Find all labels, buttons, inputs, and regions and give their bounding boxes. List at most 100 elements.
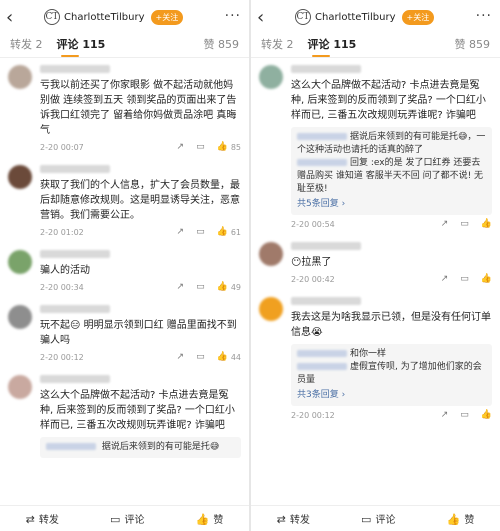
tab-bar: 转发 2 评论 115 赞 859 (0, 34, 249, 58)
comment-text: 这么大个品牌做不起活动? 卡点进去竟是冤种, 后来签到的反而领到了奖品? 一个口… (40, 390, 235, 431)
like-icon[interactable]: 👍 (217, 282, 228, 292)
comment-text: 😶拉黑了 (291, 257, 332, 268)
more-replies-link[interactable]: 共3条回复 › (297, 389, 486, 402)
avatar[interactable] (8, 165, 32, 189)
reply-preview[interactable]: 和你一样 虚假宣传呗, 为了增加他们家的会员量 共3条回复 › (291, 344, 492, 406)
comment-text: 获取了我们的个人信息，扩大了会员数量，最后却随意修改规则。这是明显诱导关注，恶意… (40, 180, 240, 221)
comment-text: 亏我以前还买了你家眼影 做不起活动就他妈别做 连续签到五天 领到奖品的页面出来了… (40, 80, 237, 136)
username-blurred[interactable] (40, 250, 110, 258)
like-icon[interactable]: 👍 (481, 410, 492, 420)
share-icon[interactable]: ↗ (177, 142, 185, 152)
comment-text: 骗人的活动 (40, 265, 90, 276)
repost-icon: ⇄ (276, 513, 286, 526)
comment-item[interactable]: 亏我以前还买了你家眼影 做不起活动就他妈别做 连续签到五天 领到奖品的页面出来了… (0, 58, 249, 158)
repost-action[interactable]: ⇄ 转发 (277, 511, 310, 526)
like-icon[interactable]: 👍 (217, 352, 228, 362)
avatar[interactable] (259, 242, 283, 266)
avatar[interactable] (8, 250, 32, 274)
share-icon[interactable]: ↗ (441, 219, 449, 229)
avatar[interactable] (8, 375, 32, 399)
like-count: 61 (230, 227, 241, 237)
brand-name[interactable]: CharlotteTilbury (315, 12, 396, 23)
tab-repost[interactable]: 转发 2 (261, 36, 294, 57)
brand-logo: CT (295, 9, 311, 25)
tab-comments[interactable]: 评论 115 (57, 36, 105, 57)
like-icon[interactable]: 👍 (217, 227, 228, 237)
comment-time: 2-20 00:34 (40, 282, 84, 292)
share-icon[interactable]: ↗ (177, 282, 185, 292)
back-icon[interactable]: ‹ (6, 7, 22, 28)
username-blurred[interactable] (40, 65, 110, 73)
username-blurred[interactable] (40, 305, 110, 313)
share-icon[interactable]: ↗ (177, 352, 185, 362)
username-blurred[interactable] (291, 297, 361, 305)
back-icon[interactable]: ‹ (257, 7, 273, 28)
more-icon[interactable]: ··· (225, 8, 241, 24)
repost-action[interactable]: ⇄ 转发 (26, 511, 59, 526)
like-action[interactable]: 👍 赞 (196, 511, 224, 526)
comment-list: 这么大个品牌做不起活动? 卡点进去竟是冤种, 后来签到的反而领到了奖品? 一个口… (251, 58, 500, 426)
top-bar: ‹ CT CharlotteTilbury +关注 ··· (0, 0, 249, 34)
comment-item[interactable]: 获取了我们的个人信息，扩大了会员数量，最后却随意修改规则。这是明显诱导关注，恶意… (0, 158, 249, 243)
brand-name[interactable]: CharlotteTilbury (64, 12, 145, 23)
reply-text: 和你一样 (350, 349, 387, 359)
follow-button[interactable]: +关注 (401, 9, 435, 25)
like-icon[interactable]: 👍 (481, 219, 492, 229)
avatar[interactable] (259, 297, 283, 321)
more-replies-link[interactable]: 共5条回复 › (297, 198, 486, 211)
comment-item[interactable]: 😶拉黑了 2-20 00:42 ↗ ▭ 👍 (251, 235, 500, 290)
bottom-action-bar: ⇄ 转发 ▭ 评论 👍 赞 (251, 505, 500, 531)
reply-preview[interactable]: 据说后来领到的有可能是托😅 (40, 437, 241, 458)
comment-action[interactable]: ▭ 评论 (361, 511, 395, 526)
tab-repost[interactable]: 转发 2 (10, 36, 43, 57)
comment-item[interactable]: 玩不起😑 明明显示领到口红 赠品里面找不到 骗人吗 2-20 00:12 ↗ ▭… (0, 298, 249, 368)
avatar[interactable] (259, 65, 283, 89)
username-blurred[interactable] (291, 242, 361, 250)
tab-bar: 转发 2 评论 115 赞 859 (251, 34, 500, 58)
reply-username-blurred[interactable] (297, 350, 347, 357)
repost-icon: ⇄ (25, 513, 35, 526)
share-icon[interactable]: ↗ (441, 274, 449, 284)
bottom-action-bar: ⇄ 转发 ▭ 评论 👍 赞 (0, 505, 249, 531)
avatar[interactable] (8, 65, 32, 89)
follow-button[interactable]: +关注 (150, 9, 184, 25)
username-blurred[interactable] (40, 165, 110, 173)
reply-username-blurred[interactable] (297, 159, 347, 166)
brand-logo: CT (44, 9, 60, 25)
comment-item[interactable]: 这么大个品牌做不起活动? 卡点进去竟是冤种, 后来签到的反而领到了奖品? 一个口… (251, 58, 500, 235)
comment-icon[interactable]: ▭ (460, 219, 469, 229)
like-action[interactable]: 👍 赞 (447, 511, 475, 526)
share-icon[interactable]: ↗ (441, 410, 449, 420)
comment-icon[interactable]: ▭ (196, 352, 205, 362)
likes-count[interactable]: 赞 859 (455, 36, 491, 52)
comment-icon[interactable]: ▭ (460, 274, 469, 284)
reply-preview[interactable]: 据说后来领到的有可能是托😅，一个这种活动也请托的话真的醉了 回复 :ex的是 发… (291, 127, 492, 215)
comment-time: 2-20 01:02 (40, 227, 84, 237)
comment-item[interactable]: 骗人的活动 2-20 00:34 ↗ ▭ 👍 49 (0, 243, 249, 298)
comment-icon[interactable]: ▭ (196, 227, 205, 237)
avatar[interactable] (8, 305, 32, 329)
comment-icon[interactable]: ▭ (196, 142, 205, 152)
comment-action[interactable]: ▭ 评论 (110, 511, 144, 526)
comment-item[interactable]: 这么大个品牌做不起活动? 卡点进去竟是冤种, 后来签到的反而领到了奖品? 一个口… (0, 368, 249, 464)
like-icon[interactable]: 👍 (481, 274, 492, 284)
comment-time: 2-20 00:12 (40, 352, 84, 362)
like-icon[interactable]: 👍 (217, 142, 228, 152)
reply-username-blurred[interactable] (297, 133, 347, 140)
more-icon[interactable]: ··· (476, 8, 492, 24)
comment-text: 这么大个品牌做不起活动? 卡点进去竟是冤种, 后来签到的反而领到了奖品? 一个口… (291, 80, 486, 121)
reply-username-blurred[interactable] (297, 363, 347, 370)
username-blurred[interactable] (40, 375, 110, 383)
share-icon[interactable]: ↗ (177, 227, 185, 237)
likes-count[interactable]: 赞 859 (204, 36, 240, 52)
username-blurred[interactable] (291, 65, 361, 73)
reply-username-blurred[interactable] (46, 443, 96, 450)
comment-icon: ▭ (361, 513, 372, 526)
comment-time: 2-20 00:42 (291, 274, 335, 284)
comment-item[interactable]: 我去这是为啥我显示已领，但是没有任何订单信息😭 和你一样 虚假宣传呗, 为了增加… (251, 290, 500, 426)
comment-icon[interactable]: ▭ (196, 282, 205, 292)
comment-icon[interactable]: ▭ (460, 410, 469, 420)
like-icon: 👍 (446, 513, 461, 526)
like-count: 44 (230, 352, 241, 362)
tab-comments[interactable]: 评论 115 (308, 36, 356, 57)
